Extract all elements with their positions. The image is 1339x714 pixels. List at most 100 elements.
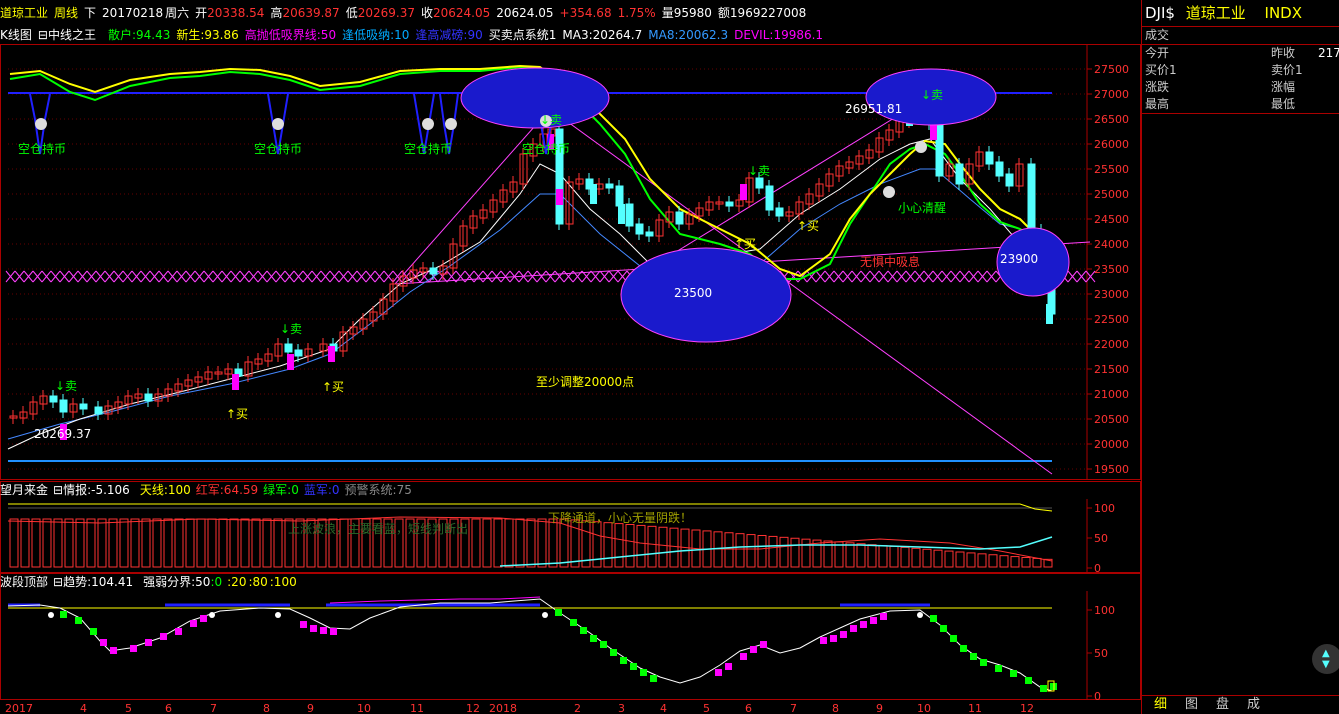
side-row-0-left: 今开 <box>1145 46 1170 60</box>
panel1-bar <box>614 523 624 568</box>
tab-chart[interactable]: 图 <box>1185 696 1198 714</box>
tab-detail[interactable]: 细 <box>1154 696 1167 714</box>
candle-body <box>935 121 944 177</box>
candle-body <box>615 185 624 207</box>
panel1-bar <box>97 518 107 568</box>
candle-body <box>79 403 88 410</box>
panel1-bar <box>746 534 756 568</box>
price-tick: 22500 <box>1094 313 1129 326</box>
price-tick: 26000 <box>1094 138 1129 151</box>
time-tick: 6 <box>165 702 172 714</box>
panel1-tick: 0 <box>1094 562 1101 573</box>
side-row-3-right: 最低 <box>1271 97 1296 111</box>
down-marker: 下 <box>84 6 97 20</box>
panel2-top-bands <box>8 596 930 607</box>
panel2-bar <box>1010 670 1017 677</box>
scroll-down-icon: ▼ <box>1322 659 1330 670</box>
sell-signal-3: ↓卖 <box>748 164 770 178</box>
panel1-bar <box>9 518 19 568</box>
side-type: INDX <box>1264 4 1303 22</box>
panel2-bar <box>640 669 647 676</box>
candle-body-highlight <box>328 346 335 362</box>
panel2-v80: :80 <box>248 575 268 589</box>
wuzhong-label: 无惧中吸息 <box>860 254 920 269</box>
panel2-axis: 100 50 0 <box>1087 604 1115 700</box>
panel2-bar <box>1025 677 1032 684</box>
side-row-1-right: 卖价1 <box>1271 63 1303 77</box>
midline-label[interactable]: ⊟中线之王 <box>38 28 102 42</box>
side-row-2-left: 涨跌 <box>1145 80 1170 94</box>
time-tick: 7 <box>790 702 797 714</box>
panel2-bar <box>995 665 1002 672</box>
panel1-bar <box>955 551 965 568</box>
panel1-bar <box>988 554 998 568</box>
buy-signal-4: ↑买 <box>797 219 819 233</box>
panel1-lanjun: 蓝军:0 <box>303 483 340 497</box>
panel2-bar <box>630 663 637 670</box>
stock-name[interactable]: 道琼工业 <box>0 6 48 20</box>
vol-value: 95980 <box>673 6 712 20</box>
panel1-bar <box>779 536 789 568</box>
price-tick: 23500 <box>1094 263 1129 276</box>
scroll-arrows-button[interactable]: ▲ ▼ <box>1312 644 1339 674</box>
panel2-bar <box>90 628 97 635</box>
panel1-hongjun: 红军:64.59 <box>195 483 259 497</box>
panel1-note2: 下降通道，小心无量阴跌！ <box>548 510 692 525</box>
zhishao-label: 至少调整20000点 <box>536 374 634 389</box>
panel1-bar <box>845 542 855 568</box>
panel1-bar <box>658 526 668 568</box>
price-tick: 24500 <box>1094 213 1129 226</box>
price-tick: 25500 <box>1094 163 1129 176</box>
candle-body <box>775 207 784 217</box>
panel1-bar <box>867 544 877 568</box>
open-label: 开 <box>195 6 208 20</box>
sell-signal-1: ↓卖 <box>55 379 77 393</box>
panel1-bar <box>625 524 635 568</box>
time-tick: 8 <box>263 702 270 714</box>
panel2-v100: :100 <box>269 575 297 589</box>
midline-text: 中线之王 <box>47 28 96 42</box>
panel1-bar <box>801 538 811 568</box>
quote-side-panel: DJI$ 道琼工业 INDX 成交 今开 昨收 217 买价1 卖价1 涨跌 涨幅 最高… <box>1141 0 1339 714</box>
tab-order[interactable]: 盘 <box>1216 696 1229 714</box>
panel2-chart[interactable]: 100 50 0 <box>0 573 1141 700</box>
candle-body <box>1005 173 1014 187</box>
side-row-1-left: 买价1 <box>1145 63 1177 77</box>
panel1-bar <box>911 547 921 568</box>
time-tick: 3 <box>618 702 625 714</box>
panel1-title[interactable]: 望月来金 <box>0 483 48 497</box>
time-tick: 2017 <box>5 702 33 714</box>
panel2-bar <box>850 625 857 632</box>
gaodian-value: 逢高减磅:90 <box>415 28 483 42</box>
candle-body-highlight <box>590 184 597 204</box>
panel2-bar <box>1040 685 1047 692</box>
panel2-qushi: ⊟趋势:104.41 <box>53 575 134 589</box>
candle-body <box>675 211 684 225</box>
panel1-bar <box>548 518 558 568</box>
panel2-title[interactable]: 波段顶部 <box>0 575 48 589</box>
price-tick: 20500 <box>1094 413 1129 426</box>
panel2-bar <box>145 639 152 646</box>
panel1-bar <box>790 537 800 568</box>
period-label[interactable]: 周线 <box>54 6 78 20</box>
panel2-bar <box>160 633 167 640</box>
panel2-bar <box>190 620 197 627</box>
panel1-bar <box>152 518 162 568</box>
kline-label[interactable]: K线图 <box>0 28 32 42</box>
panel2-bar <box>980 659 987 666</box>
panel2-bar <box>75 617 82 624</box>
sell-signal-5: ↓卖 <box>540 113 562 127</box>
side-row-0: 今开 昨收 217 <box>1142 45 1339 62</box>
price-tick: 27000 <box>1094 88 1129 101</box>
indicator-bar: K线图 ⊟中线之王 散户:94.43 新生:93.86 高抛低吸界线:50 逢低吸纳:10… <box>0 26 1141 44</box>
devil-value: DEVIL:19986.1 <box>734 28 824 42</box>
panel1-bar <box>856 543 866 568</box>
panel2-bar <box>60 611 67 618</box>
panel1-bar <box>1032 557 1042 568</box>
main-kline-chart[interactable]: 27500 27000 26500 26000 25500 25000 24500 24000… <box>0 44 1141 480</box>
candle-body-highlight <box>287 354 294 370</box>
kongcang-label-3: 空仓持币 <box>404 141 452 156</box>
candle-body <box>605 183 614 189</box>
tab-trades[interactable]: 成 <box>1247 696 1260 714</box>
time-tick: 5 <box>125 702 132 714</box>
